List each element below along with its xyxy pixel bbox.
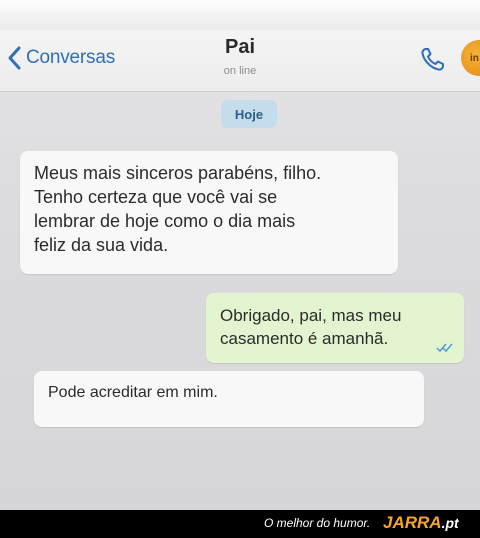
footer-tagline: O melhor do humor.	[264, 516, 371, 530]
message-line: Meus mais sinceros parabéns, filho.	[34, 163, 322, 183]
footer-brand: JARRA.pt	[383, 513, 459, 533]
contact-name: Pai	[224, 36, 256, 58]
message-line: casamento é amanhã.	[220, 329, 389, 348]
message-line: Tenho certeza que você vai se	[34, 187, 278, 207]
phone-icon[interactable]	[418, 44, 448, 74]
message-bubble-incoming[interactable]: Meus mais sinceros parabéns, filho. Tenh…	[20, 151, 398, 274]
message-line: lembrar de hoje como o dia mais	[34, 211, 296, 231]
double-check-icon	[436, 343, 453, 353]
chat-header: Conversas Pai on line in	[0, 30, 480, 92]
message-line: Pode acreditar em mim.	[48, 384, 218, 401]
chat-screen-photo: Conversas Pai on line in Hoje Meus mais …	[0, 0, 480, 510]
brand-name: JARRA	[383, 513, 442, 532]
message-bubble-incoming[interactable]: Pode acreditar em mim.	[34, 371, 424, 427]
contact-info[interactable]: Pai on line	[0, 36, 480, 77]
contact-status: on line	[223, 65, 257, 77]
message-line: Obrigado, pai, mas meu	[220, 306, 402, 325]
watermark-footer: O melhor do humor. JARRA.pt	[0, 510, 480, 538]
message-bubble-outgoing[interactable]: Obrigado, pai, mas meu casamento é amanh…	[206, 293, 464, 363]
date-separator: Hoje	[221, 100, 277, 128]
brand-tld: .pt	[441, 515, 459, 531]
avatar-text: in	[470, 53, 479, 64]
message-line: feliz da sua vida.	[34, 235, 169, 255]
photo-top-edge	[0, 0, 480, 32]
